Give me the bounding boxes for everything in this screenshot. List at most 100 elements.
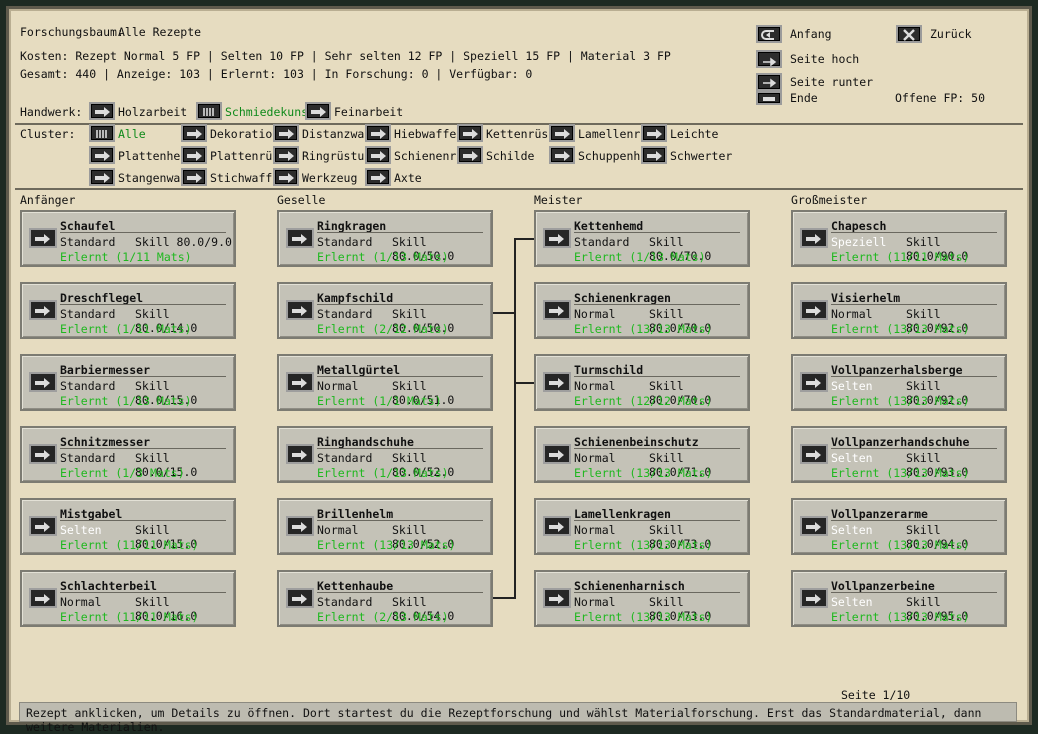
arrow-right-icon[interactable]: [543, 588, 571, 608]
recipe-card[interactable]: Schaufel Standard Skill 80.0/9.0 Erlernt (1…: [20, 210, 236, 267]
arrow-right-icon[interactable]: [543, 228, 571, 248]
end-icon[interactable]: [756, 91, 782, 105]
recipe-card[interactable]: Vollpanzerbeine Selten Skill 80.0/95.0 Erle…: [791, 570, 1007, 627]
arrow-right-icon[interactable]: [286, 372, 314, 392]
cluster-0-icon[interactable]: [89, 124, 115, 142]
arrow-right-icon[interactable]: [800, 516, 828, 536]
cluster-filter-12[interactable]: Schuppenh: [578, 149, 640, 163]
page-up-icon[interactable]: [756, 50, 782, 68]
cluster-filter-10[interactable]: Schienenr: [394, 149, 456, 163]
arrow-right-icon[interactable]: [800, 444, 828, 464]
cluster-10-icon[interactable]: [365, 146, 391, 164]
cluster-filter-11[interactable]: Schilde: [486, 149, 534, 163]
cluster-12-icon[interactable]: [549, 146, 575, 164]
arrow-right-icon[interactable]: [800, 588, 828, 608]
recipe-card[interactable]: Chapesch Speziell Skill 80.0/90.0 Erlernt (…: [791, 210, 1007, 267]
recipe-card[interactable]: Kampfschild Standard Skill 80.0/50.0 Erlern…: [277, 282, 493, 339]
arrow-right-icon[interactable]: [29, 300, 57, 320]
recipe-card[interactable]: Turmschild Normal Skill 80.0/70.0 Erlernt (…: [534, 354, 750, 411]
arrow-right-icon[interactable]: [800, 300, 828, 320]
arrow-right-icon[interactable]: [29, 228, 57, 248]
arrow-right-icon[interactable]: [286, 228, 314, 248]
nav-end-label[interactable]: Ende: [790, 91, 818, 105]
recipe-card[interactable]: Schienenbeinschutz Normal Skill 80.0/71.0 E…: [534, 426, 750, 483]
handwerk-2-icon[interactable]: [305, 102, 331, 120]
cluster-15-icon[interactable]: [181, 168, 207, 186]
nav-page-up-label[interactable]: Seite hoch: [790, 52, 859, 66]
recipe-card[interactable]: Ringkragen Standard Skill 80.0/50.0 Erlernt…: [277, 210, 493, 267]
start-icon[interactable]: [756, 25, 782, 43]
recipe-card[interactable]: Barbiermesser Standard Skill 80.0/15.0 Erle…: [20, 354, 236, 411]
arrow-right-icon[interactable]: [29, 588, 57, 608]
cluster-filter-8[interactable]: Plattenrü: [210, 149, 272, 163]
cluster-filter-1[interactable]: Dekoratio: [210, 127, 272, 141]
recipe-card[interactable]: Schnitzmesser Standard Skill 80.0/15.0 Erle…: [20, 426, 236, 483]
cluster-filter-6[interactable]: Leichte: [670, 127, 718, 141]
arrow-right-icon[interactable]: [286, 444, 314, 464]
page-down-icon[interactable]: [756, 73, 782, 91]
cluster-filter-0[interactable]: Alle: [118, 127, 146, 141]
handwerk-tab-1[interactable]: Schmiedekuns: [225, 105, 308, 119]
handwerk-0-icon[interactable]: [89, 102, 115, 120]
cluster-filter-13[interactable]: Schwerter: [670, 149, 732, 163]
recipe-card[interactable]: Visierhelm Normal Skill 80.0/92.0 Erlernt (…: [791, 282, 1007, 339]
arrow-right-icon[interactable]: [286, 300, 314, 320]
cluster-2-icon[interactable]: [273, 124, 299, 142]
arrow-right-icon[interactable]: [543, 372, 571, 392]
recipe-card[interactable]: Schienenharnisch Normal Skill 80.0/73.0 Erl…: [534, 570, 750, 627]
cluster-16-icon[interactable]: [273, 168, 299, 186]
arrow-right-icon[interactable]: [29, 444, 57, 464]
arrow-right-icon[interactable]: [543, 516, 571, 536]
recipe-card[interactable]: Kettenhaube Standard Skill 80.0/54.0 Erlern…: [277, 570, 493, 627]
recipe-card[interactable]: Brillenhelm Normal Skill 80.0/52.0 Erlernt …: [277, 498, 493, 555]
recipe-card[interactable]: Schlachterbeil Normal Skill 80.0/16.0 Erler…: [20, 570, 236, 627]
cluster-6-icon[interactable]: [641, 124, 667, 142]
nav-page-down-label[interactable]: Seite runter: [790, 75, 873, 89]
handwerk-tab-0[interactable]: Holzarbeit: [118, 105, 187, 119]
cluster-filter-9[interactable]: Ringrüstu: [302, 149, 364, 163]
recipe-card[interactable]: Kettenhemd Standard Skill 80.0/70.0 Erlernt…: [534, 210, 750, 267]
recipe-card[interactable]: Ringhandschuhe Standard Skill 80.0/52.0 Erl…: [277, 426, 493, 483]
close-icon[interactable]: [896, 25, 922, 43]
cluster-3-icon[interactable]: [365, 124, 391, 142]
nav-start-label[interactable]: Anfang: [790, 27, 832, 41]
arrow-right-icon[interactable]: [286, 588, 314, 608]
cluster-14-icon[interactable]: [89, 168, 115, 186]
cluster-filter-7[interactable]: Plattenhel: [118, 149, 187, 163]
cluster-11-icon[interactable]: [457, 146, 483, 164]
recipe-card[interactable]: Vollpanzerhandschuhe Selten Skill 80.0/93.…: [791, 426, 1007, 483]
cluster-filter-14[interactable]: Stangenwa: [118, 171, 180, 185]
recipe-card[interactable]: Schienenkragen Normal Skill 80.0/70.0 Erler…: [534, 282, 750, 339]
recipe-card[interactable]: Dreschflegel Standard Skill 80.0/14.0 Erler…: [20, 282, 236, 339]
cluster-1-icon[interactable]: [181, 124, 207, 142]
cluster-filter-15[interactable]: Stichwaff: [210, 171, 272, 185]
cluster-4-icon[interactable]: [457, 124, 483, 142]
recipe-card[interactable]: Lamellenkragen Normal Skill 80.0/73.0 Erler…: [534, 498, 750, 555]
arrow-right-icon[interactable]: [543, 300, 571, 320]
cluster-filter-17[interactable]: Axte: [394, 171, 422, 185]
handwerk-1-icon[interactable]: [196, 102, 222, 120]
recipe-card[interactable]: Mistgabel Selten Skill 80.0/15.0 Erlernt (1…: [20, 498, 236, 555]
cluster-filter-5[interactable]: Lamellenrü: [578, 127, 647, 141]
cluster-filter-16[interactable]: Werkzeug: [302, 171, 357, 185]
nav-back-label[interactable]: Zurück: [930, 27, 972, 41]
arrow-right-icon[interactable]: [29, 516, 57, 536]
cluster-7-icon[interactable]: [89, 146, 115, 164]
cluster-5-icon[interactable]: [549, 124, 575, 142]
cluster-17-icon[interactable]: [365, 168, 391, 186]
cluster-13-icon[interactable]: [641, 146, 667, 164]
arrow-right-icon[interactable]: [800, 372, 828, 392]
arrow-right-icon[interactable]: [543, 444, 571, 464]
arrow-right-icon[interactable]: [800, 228, 828, 248]
cluster-filter-2[interactable]: Distanzwa: [302, 127, 364, 141]
cluster-8-icon[interactable]: [181, 146, 207, 164]
cluster-9-icon[interactable]: [273, 146, 299, 164]
cluster-filter-4[interactable]: Kettenrüs: [486, 127, 548, 141]
arrow-right-icon[interactable]: [286, 516, 314, 536]
cluster-filter-3[interactable]: Hiebwaffe: [394, 127, 456, 141]
recipe-card[interactable]: Vollpanzerarme Selten Skill 80.0/94.0 Erler…: [791, 498, 1007, 555]
recipe-card[interactable]: Vollpanzerhalsberge Selten Skill 80.0/92.0…: [791, 354, 1007, 411]
arrow-right-icon[interactable]: [29, 372, 57, 392]
handwerk-tab-2[interactable]: Feinarbeit: [334, 105, 403, 119]
recipe-card[interactable]: Metallgürtel Normal Skill 80.0/51.0 Erlernt…: [277, 354, 493, 411]
